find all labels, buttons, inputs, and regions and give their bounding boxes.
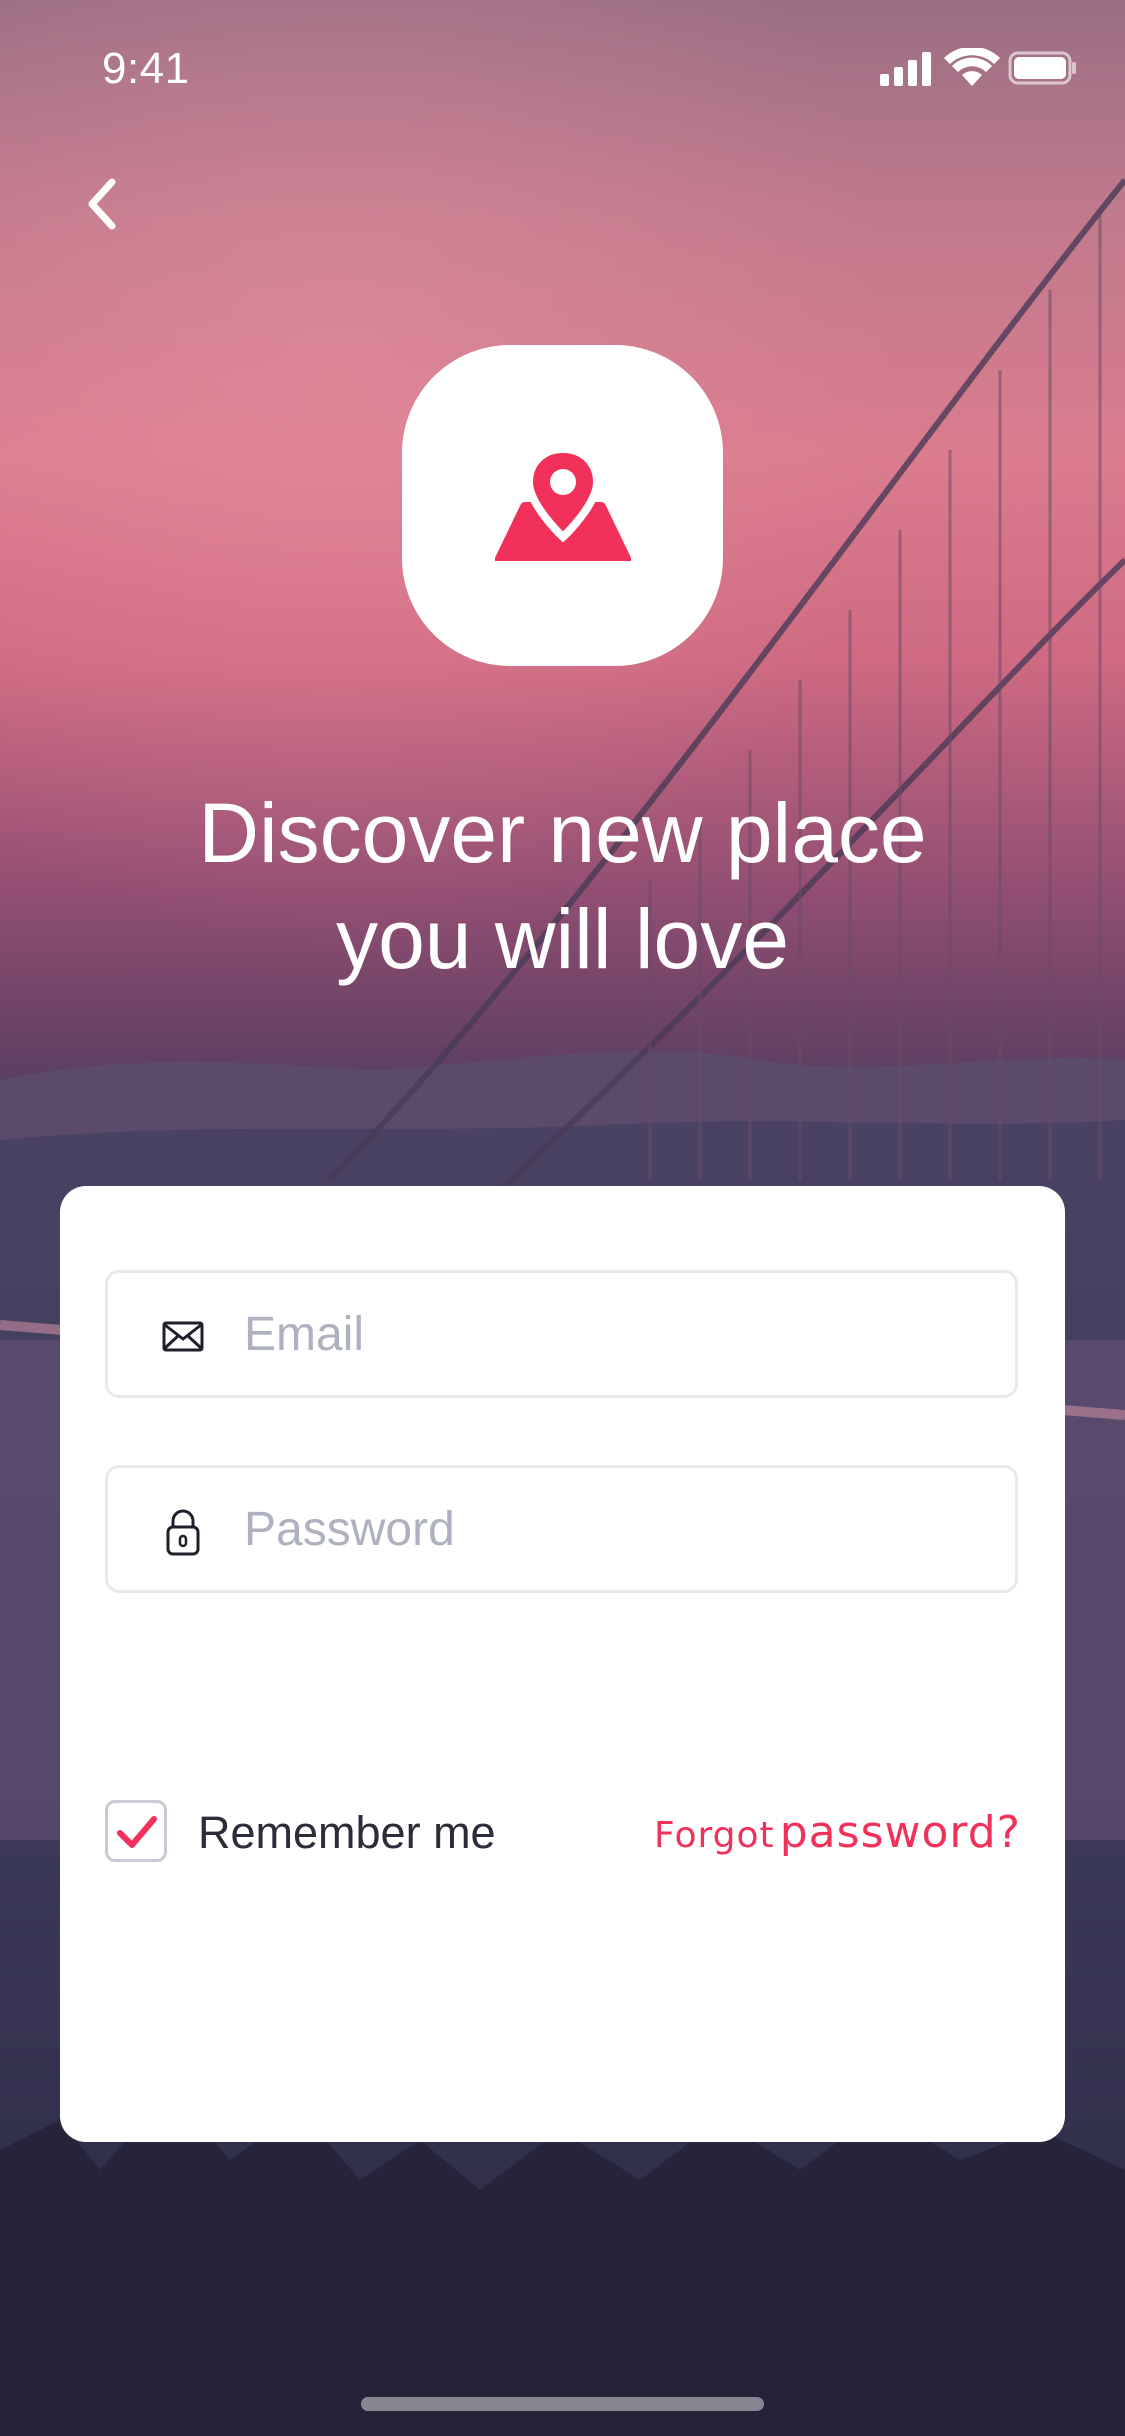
- email-input[interactable]: [244, 1293, 984, 1375]
- app-logo: [402, 345, 723, 666]
- wifi-icon: [944, 46, 1000, 86]
- status-time: 9:41: [102, 44, 190, 93]
- home-indicator[interactable]: [361, 2397, 764, 2411]
- headline-line-1: Discover new place: [198, 786, 927, 880]
- back-button[interactable]: [76, 166, 136, 246]
- cellular-signal-icon: [880, 52, 931, 86]
- location-pin-map-icon: [495, 445, 631, 561]
- forgot-password-link[interactable]: Forgot password?: [654, 1804, 1021, 1871]
- password-field[interactable]: [105, 1465, 1018, 1593]
- password-word: password?: [779, 1807, 1021, 1858]
- status-bar: 9:41: [0, 0, 1125, 140]
- remember-me-checkbox[interactable]: [105, 1800, 167, 1862]
- forgot-word: Forgot: [654, 1815, 775, 1856]
- remember-me-label[interactable]: Remember me: [198, 1804, 496, 1862]
- login-card: Remember me Forgot password?: [60, 1186, 1065, 2142]
- headline: Discover new place you will love: [100, 780, 1025, 992]
- envelope-icon: [162, 1321, 204, 1352]
- headline-line-2: you will love: [336, 892, 789, 986]
- email-field[interactable]: [105, 1270, 1018, 1398]
- chevron-left-icon: [88, 178, 116, 230]
- checkmark-icon: [117, 1816, 157, 1848]
- password-input[interactable]: [244, 1488, 984, 1570]
- battery-icon: [1008, 51, 1076, 85]
- lock-icon: [166, 1509, 200, 1556]
- status-icons: [878, 46, 1078, 92]
